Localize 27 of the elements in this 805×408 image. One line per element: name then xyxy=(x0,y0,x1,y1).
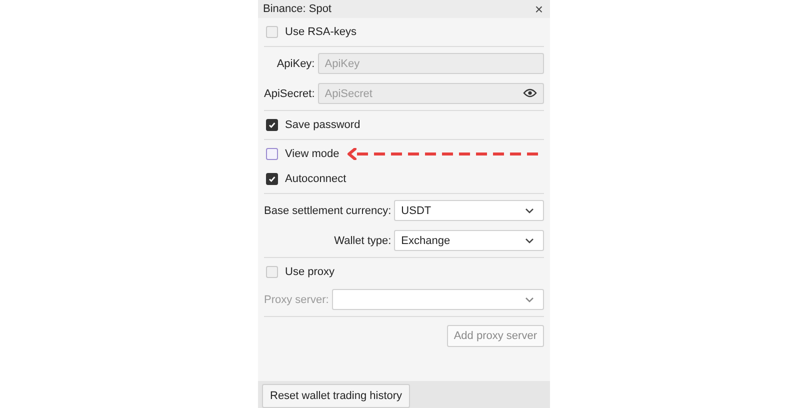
checkbox-label: Use proxy xyxy=(285,266,335,278)
field-label: ApiKey: xyxy=(276,58,315,70)
checkbox[interactable] xyxy=(266,148,278,160)
reset-button[interactable]: Reset wallet trading history xyxy=(262,384,410,408)
caret-icon xyxy=(525,208,534,214)
dropdown[interactable] xyxy=(332,289,544,310)
checkbox-label: Autoconnect xyxy=(285,173,346,185)
close-button[interactable]: × xyxy=(532,1,546,17)
checkbox-label: Save password xyxy=(285,119,360,131)
checkbox[interactable] xyxy=(266,173,278,185)
dropdown[interactable]: Exchange xyxy=(394,230,544,251)
checkbox-label: Use RSA-keys xyxy=(285,26,357,38)
field-label: Proxy server: xyxy=(264,294,329,306)
caret-icon xyxy=(525,296,534,302)
checkbox[interactable] xyxy=(266,119,278,131)
field-label: ApiSecret: xyxy=(264,88,315,100)
caret-icon xyxy=(525,238,534,244)
input-field[interactable]: ApiSecret xyxy=(318,83,544,104)
dropdown[interactable]: USDT xyxy=(394,200,544,221)
input-field[interactable]: ApiKey xyxy=(318,53,544,74)
check-icon xyxy=(268,121,276,129)
window-title: Binance: Spot xyxy=(263,3,332,15)
check-icon xyxy=(268,175,276,183)
checkbox-label: View mode xyxy=(285,148,340,160)
field-label: Wallet type: xyxy=(333,234,392,246)
field-label: Base settlement currency: xyxy=(264,204,392,216)
eye-icon[interactable] xyxy=(523,88,537,98)
